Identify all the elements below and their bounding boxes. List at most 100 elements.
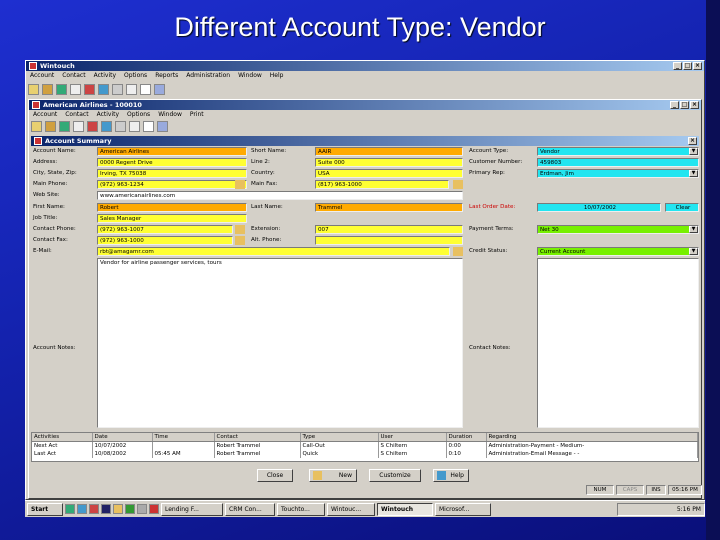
table-row[interactable]: Next Act 10/07/2002 Robert Trammel Call-Out… [32,441,698,450]
last-order-date-field[interactable]: 10/07/2002 [537,203,661,212]
close-icon[interactable]: × [693,62,702,70]
start-button[interactable]: Start [27,502,63,516]
menu-options[interactable]: Options [124,71,147,80]
menu-account[interactable]: Account [30,71,54,80]
col-type[interactable]: Type [300,433,379,442]
alt-phone-field[interactable] [315,236,463,245]
table-row[interactable]: Last Act 10/08/2002 05:45 AM Robert Trammel… [32,450,698,458]
account-menu-options[interactable]: Options [127,110,150,119]
help-icon[interactable] [154,83,165,95]
calendar-icon[interactable] [87,120,98,132]
account-minimize-icon[interactable]: _ [670,101,679,109]
account-maximize-icon[interactable]: □ [680,101,689,109]
chevron-down-icon[interactable]: ▼ [689,248,698,255]
menu-reports[interactable]: Reports [155,71,178,80]
help-icon[interactable] [157,120,168,132]
minimize-icon[interactable]: _ [673,62,682,70]
payment-terms-select[interactable]: Net 30 ▼ [537,225,699,234]
email-field[interactable]: rbt@amagamr.com [97,247,450,256]
first-name-field[interactable]: Robert [97,203,247,212]
menu-window[interactable]: Window [238,71,262,80]
account-menu-activity[interactable]: Activity [97,110,119,119]
clear-button[interactable]: Clear [665,203,699,212]
quicklaunch-icon[interactable] [77,504,87,514]
taskbar-item[interactable]: Lending F... [161,502,223,516]
quicklaunch-icon[interactable] [113,504,123,514]
send-email-icon[interactable] [453,247,463,256]
fax-icon[interactable] [140,83,151,95]
account-type-select[interactable]: Vendor ▼ [537,147,699,156]
quicklaunch-icon[interactable] [125,504,135,514]
dial-phone-icon[interactable] [235,225,245,234]
line2-field[interactable]: Suite 000 [315,158,463,167]
note-icon[interactable] [70,83,81,95]
open-icon[interactable] [28,83,39,95]
col-time[interactable]: Time [152,433,215,442]
dial-main-phone-icon[interactable] [235,180,245,189]
folder-icon[interactable] [31,120,42,132]
phone-icon[interactable] [59,120,70,132]
account-close-icon[interactable]: × [690,101,699,109]
taskbar-item[interactable]: Microsof... [435,502,491,516]
last-name-field[interactable]: Trammel [315,203,463,212]
mail-icon[interactable] [98,83,109,95]
mail-icon[interactable] [101,120,112,132]
close-button[interactable]: Close [257,469,293,482]
contact-icon[interactable] [42,83,53,95]
city-field[interactable]: Irving, TX 75038 [97,169,247,178]
dial-fax-icon[interactable] [235,236,245,245]
account-name-field[interactable]: American Airlines [97,147,247,156]
account-menu-print[interactable]: Print [190,110,204,119]
chart-icon[interactable] [143,120,154,132]
quicklaunch-icon[interactable] [101,504,111,514]
printer-icon[interactable] [115,120,126,132]
chevron-down-icon[interactable]: ▼ [689,148,698,155]
col-duration[interactable]: Duration [446,433,487,442]
col-date[interactable]: Date [92,433,153,442]
document-icon[interactable] [129,120,140,132]
account-menu-account[interactable]: Account [33,110,57,119]
menu-administration[interactable]: Administration [186,71,230,80]
main-phone-field[interactable]: (972) 963-1234 [97,180,247,189]
dial-main-fax-icon[interactable] [453,180,463,189]
col-user[interactable]: User [378,433,447,442]
address-field[interactable]: 0000 Regent Drive [97,158,247,167]
credit-status-select[interactable]: Current Account ▼ [537,247,699,256]
extension-field[interactable]: 007 [315,225,463,234]
col-activities[interactable]: Activities [32,433,93,442]
account-menu-window[interactable]: Window [158,110,182,119]
country-field[interactable]: USA [315,169,463,178]
quicklaunch-icon[interactable] [137,504,147,514]
contact-notes-field[interactable] [537,258,699,428]
taskbar-item[interactable]: Wintouc... [327,502,375,516]
contact-fax-field[interactable]: (972) 963-1000 [97,236,233,245]
col-contact[interactable]: Contact [214,433,301,442]
account-menu-contact[interactable]: Contact [65,110,88,119]
person-icon[interactable] [45,120,56,132]
help-button[interactable]: Help [433,469,469,482]
taskbar-item[interactable]: Touchto... [277,502,325,516]
print-icon[interactable] [112,83,123,95]
quicklaunch-icon[interactable] [89,504,99,514]
taskbar-item-active[interactable]: Wintouch [377,502,433,516]
report-icon[interactable] [126,83,137,95]
job-title-field[interactable]: Sales Manager [97,214,247,223]
calendar-icon[interactable] [84,83,95,95]
maximize-icon[interactable]: □ [683,62,692,70]
account-notes-field[interactable]: Vendor for airline passenger services, t… [97,258,463,428]
primary-rep-select[interactable]: Erdman, Jim ▼ [537,169,699,178]
menu-help[interactable]: Help [270,71,284,80]
chevron-down-icon[interactable]: ▼ [689,170,698,177]
quicklaunch-icon[interactable] [65,504,75,514]
chevron-down-icon[interactable]: ▼ [689,226,698,233]
main-fax-field[interactable]: (817) 963-1000 [315,180,449,189]
customer-number-field[interactable]: 459803 [537,158,699,167]
edit-icon[interactable] [73,120,84,132]
web-site-field[interactable]: www.americanairlines.com [97,191,463,200]
phone-icon[interactable] [56,83,67,95]
short-name-field[interactable]: AAIR [315,147,463,156]
col-regarding[interactable]: Regarding [486,433,698,442]
new-button[interactable]: New [309,469,357,482]
menu-activity[interactable]: Activity [94,71,116,80]
contact-phone-field[interactable]: (972) 963-1007 [97,225,233,234]
